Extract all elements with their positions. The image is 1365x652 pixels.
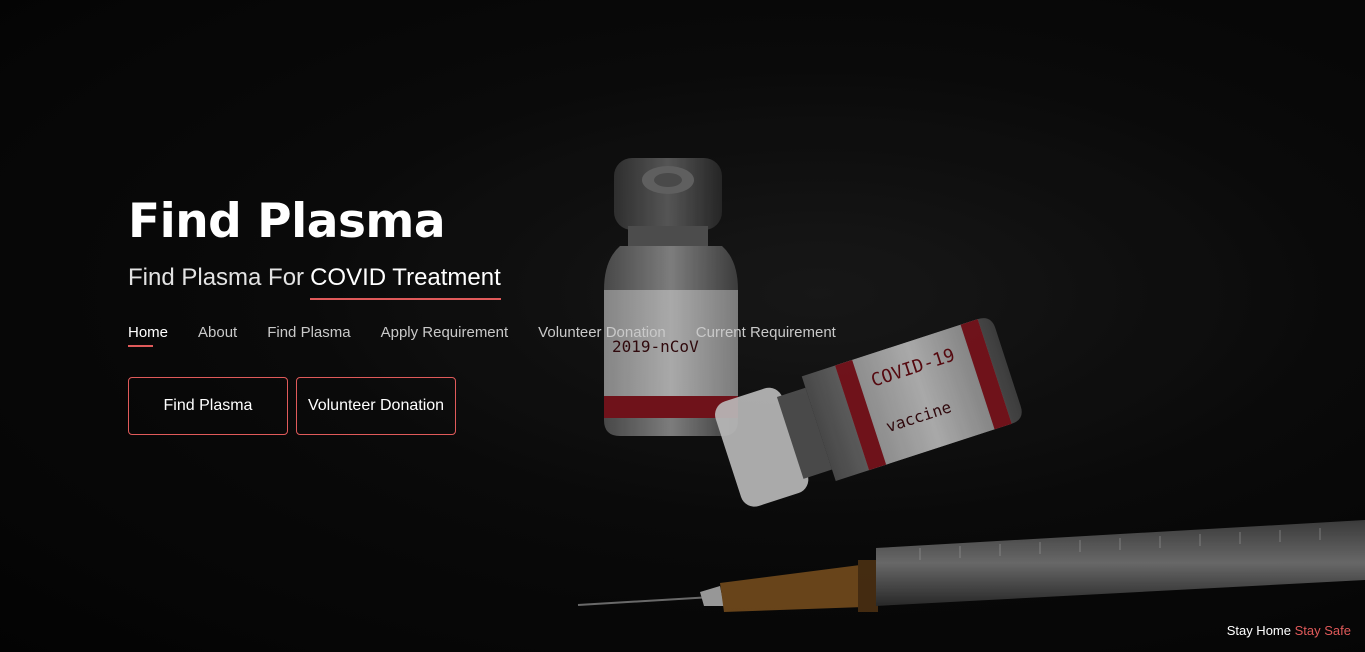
- hero-section: 2019-nCoV COVID-19 vaccine Find Plasma F…: [0, 0, 1365, 652]
- nav-item-apply-requirement[interactable]: Apply Requirement: [381, 324, 509, 347]
- stay-safe-note: Stay Home Stay Safe: [1227, 623, 1351, 638]
- nav-item-find-plasma[interactable]: Find Plasma: [267, 324, 350, 347]
- hero-subtitle: Find Plasma For COVID Treatment: [128, 262, 988, 300]
- main-nav: Home About Find Plasma Apply Requirement…: [128, 324, 988, 347]
- subtitle-prefix: Find Plasma For: [128, 264, 305, 291]
- nav-item-current-requirement[interactable]: Current Requirement: [696, 324, 836, 347]
- page-title: Find Plasma: [128, 194, 446, 249]
- subtitle-highlight: COVID Treatment: [310, 262, 501, 300]
- nav-item-about[interactable]: About: [198, 324, 237, 347]
- stay-safe-text: Stay Safe: [1294, 623, 1351, 638]
- nav-item-home[interactable]: Home: [128, 324, 168, 347]
- find-plasma-button[interactable]: Find Plasma: [128, 377, 288, 435]
- hero-content: Find Plasma Find Plasma For COVID Treatm…: [128, 190, 988, 435]
- hero-buttons: Find Plasma Volunteer Donation: [128, 377, 988, 435]
- volunteer-donation-button[interactable]: Volunteer Donation: [296, 377, 456, 435]
- nav-item-volunteer-donation[interactable]: Volunteer Donation: [538, 324, 666, 347]
- stay-home-text: Stay Home: [1226, 623, 1291, 638]
